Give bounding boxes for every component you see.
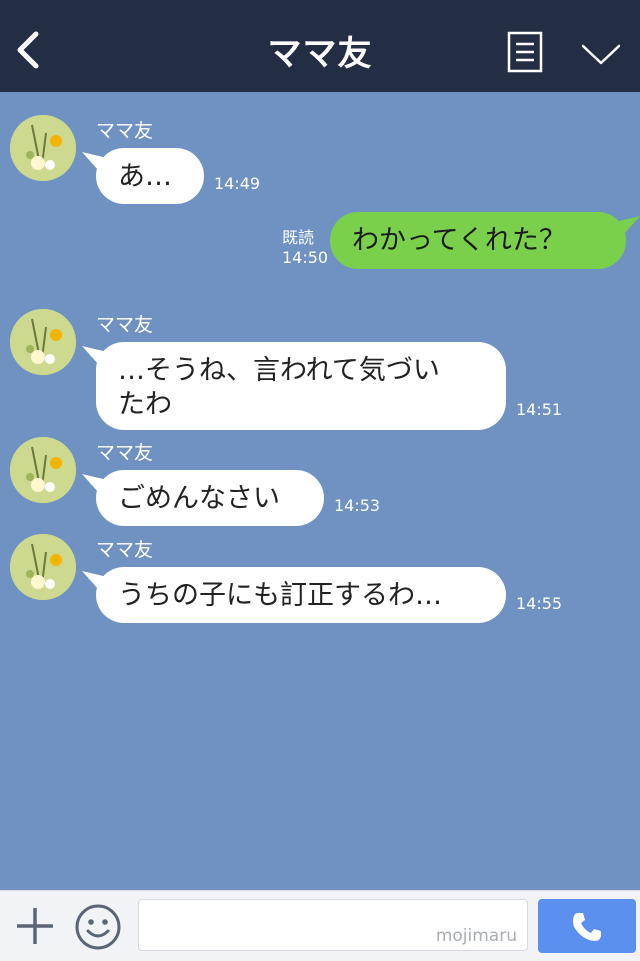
- chat-area[interactable]: ママ友 あ… 14:49 既読 14:50 わかってくれた？ ママ友 …そうね、…: [0, 92, 640, 890]
- read-label: 既読: [282, 228, 315, 247]
- message-input[interactable]: mojimaru: [138, 899, 528, 951]
- message-bubble[interactable]: ごめんなさい: [96, 470, 324, 526]
- message-text: うちの子にも訂正するわ…: [118, 580, 442, 611]
- message-time: 14:55: [516, 594, 563, 613]
- avatar[interactable]: [10, 115, 76, 181]
- message-bubble[interactable]: うちの子にも訂正するわ…: [96, 567, 506, 623]
- message-text: あ…: [118, 161, 172, 192]
- message-bubble[interactable]: …そうね、言われて気づい たわ: [96, 342, 506, 430]
- avatar[interactable]: [10, 534, 76, 600]
- plus-icon[interactable]: [14, 905, 56, 947]
- flower-avatar-icon: [10, 115, 76, 181]
- message-bubble[interactable]: あ…: [96, 148, 204, 204]
- flower-avatar-icon: [10, 534, 76, 600]
- avatar[interactable]: [10, 437, 76, 503]
- chat-header: ママ友: [0, 0, 640, 92]
- flower-avatar-icon: [10, 309, 76, 375]
- smile-icon[interactable]: [74, 903, 122, 951]
- flower-avatar-icon: [10, 437, 76, 503]
- input-toolbar: mojimaru: [0, 890, 640, 961]
- message-text-line: …そうね、言われて気づい: [118, 355, 440, 386]
- message-time: 14:50: [282, 248, 329, 267]
- message-text-line: たわ: [118, 389, 172, 420]
- phone-icon: [573, 913, 601, 941]
- call-button[interactable]: [538, 899, 636, 953]
- sender-name: ママ友: [96, 442, 154, 464]
- message-time: 14:53: [334, 496, 381, 515]
- message-time: 14:51: [516, 400, 563, 419]
- message-text: わかってくれた？: [352, 225, 566, 256]
- message-time: 14:49: [214, 174, 261, 193]
- chat-title: ママ友: [267, 34, 373, 74]
- sender-name: ママ友: [96, 539, 154, 561]
- sender-name: ママ友: [96, 120, 154, 142]
- message-text: ごめんなさい: [118, 483, 280, 514]
- chevron-down-icon[interactable]: [580, 40, 622, 68]
- read-receipt: 既読 14:50: [282, 228, 328, 268]
- watermark-text: mojimaru: [435, 926, 517, 946]
- message-bubble-outgoing[interactable]: わかってくれた？: [330, 212, 626, 269]
- sender-name: ママ友: [96, 314, 154, 336]
- document-list-icon[interactable]: [507, 31, 543, 73]
- avatar[interactable]: [10, 309, 76, 375]
